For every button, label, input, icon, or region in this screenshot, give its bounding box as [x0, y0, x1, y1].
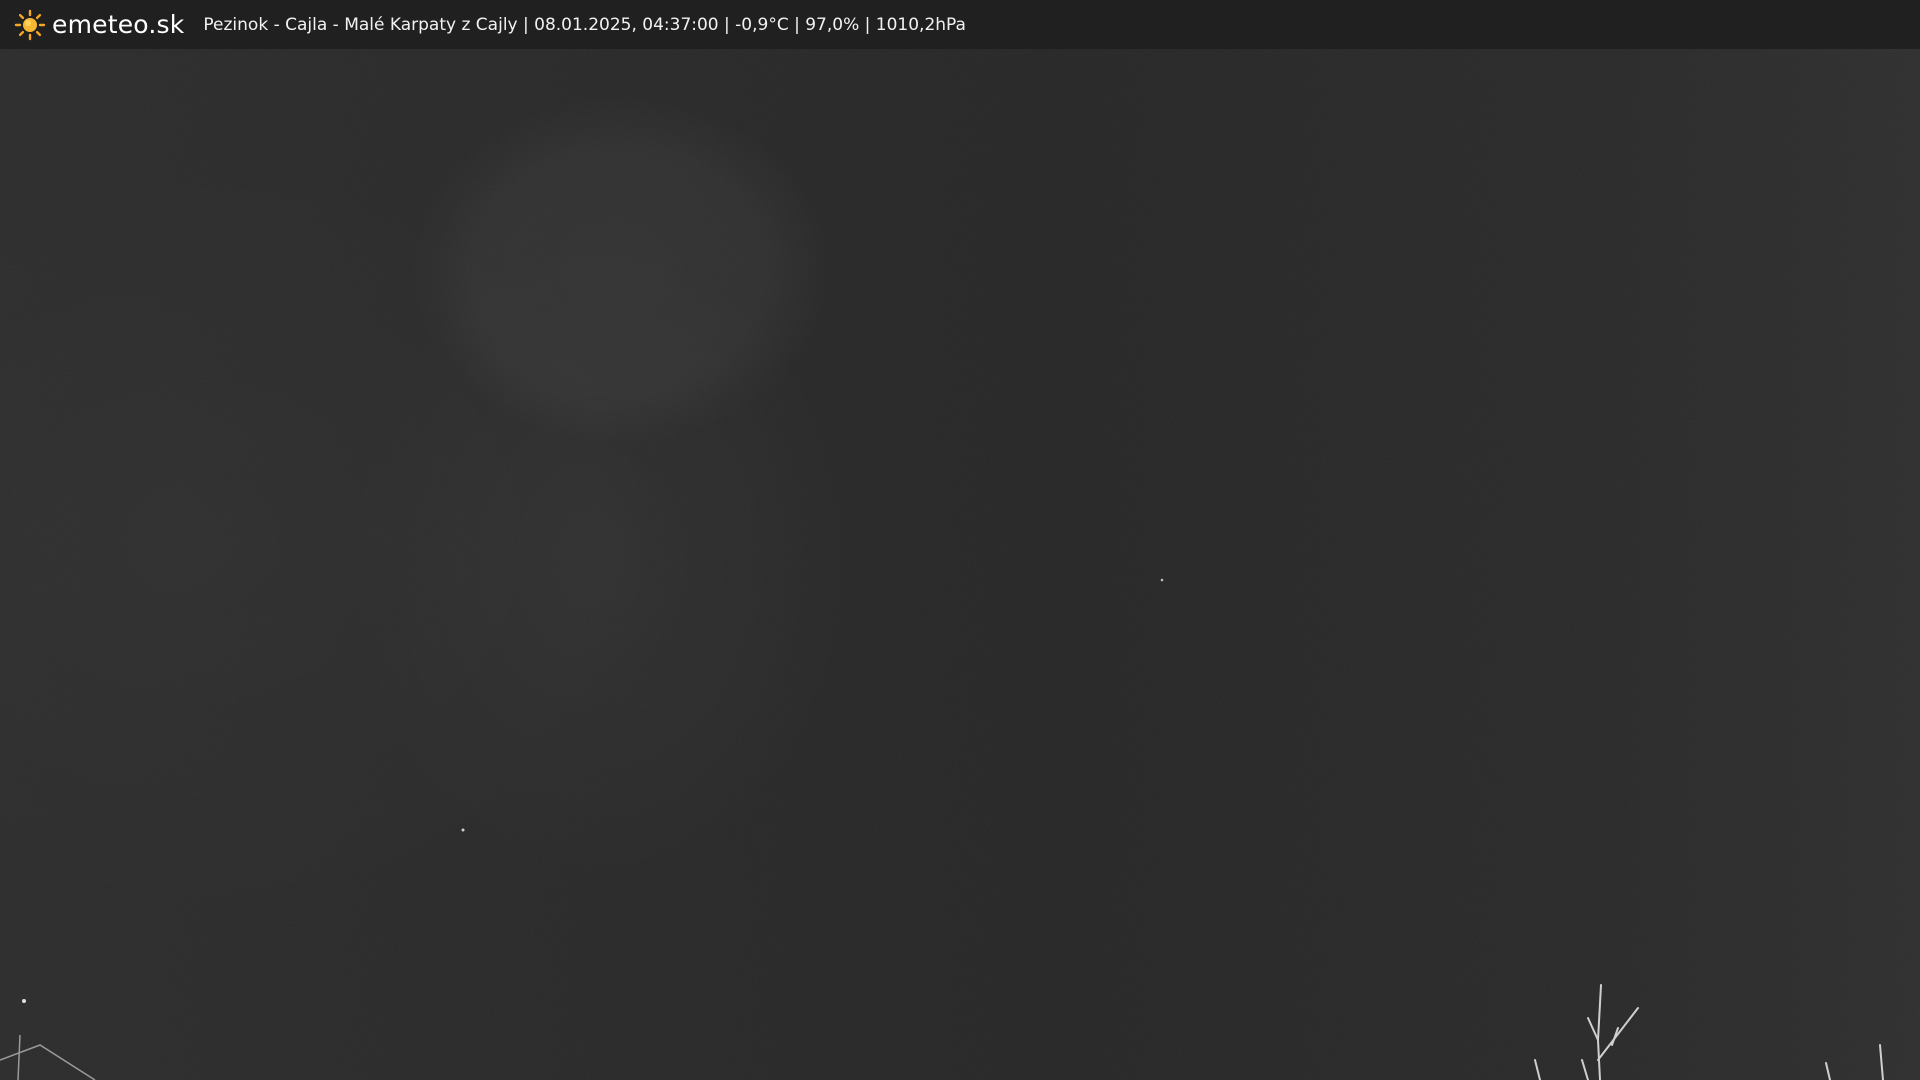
webcam-viewport: emeteo.sk Pezinok - Cajla - Malé Karpaty… [0, 0, 1920, 1080]
sun-icon [14, 9, 46, 40]
caption-bar: emeteo.sk Pezinok - Cajla - Malé Karpaty… [0, 0, 1920, 49]
emeteo-logo[interactable]: emeteo.sk [14, 0, 184, 49]
tree-branches [0, 578, 1884, 1080]
webcam-caption: Pezinok - Cajla - Malé Karpaty z Cajly |… [203, 14, 966, 35]
logo-text: emeteo.sk [52, 10, 185, 39]
